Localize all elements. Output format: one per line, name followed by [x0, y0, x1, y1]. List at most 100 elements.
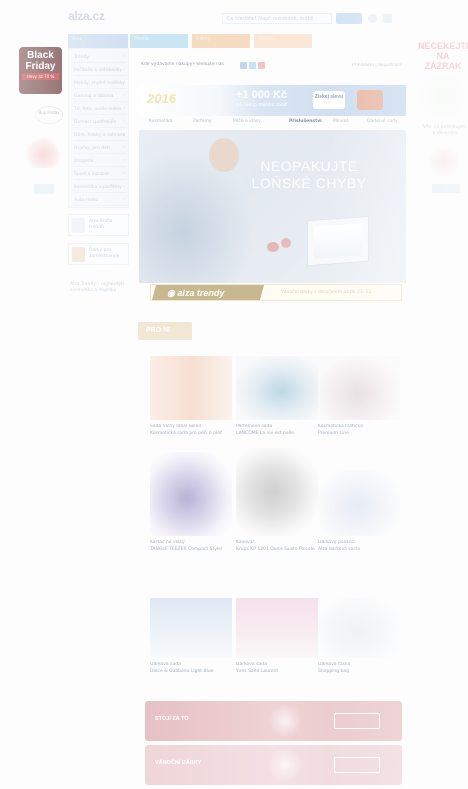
hero-person-face	[209, 138, 239, 172]
secondary-nav-item[interactable]: Pánské	[333, 119, 349, 124]
sidebar-item[interactable]: Hračky, pro děti ›	[74, 144, 126, 154]
site-header: alza.cz Co hledáte? Např. notebook, mobi…	[0, 0, 468, 30]
chevron-right-icon: ›	[123, 197, 125, 202]
sidebar-item[interactable]: Mobily, chytré hodinky ›	[74, 79, 126, 89]
strip-label: VÁNOČNÍ DÁRKY	[155, 760, 202, 766]
secondary-nav-item[interactable]: Parfémy	[193, 119, 212, 124]
hero-banner[interactable]: NEOPAKUJTE LOŇSKÉ CHYBY	[139, 130, 406, 283]
banner-cta-button[interactable]: Získej slevu	[313, 91, 345, 109]
secondary-nav-item[interactable]: Příslušenství	[289, 119, 322, 124]
site-logo[interactable]: alza.cz	[68, 9, 105, 23]
tab-alza[interactable]: Alza	[68, 34, 128, 48]
sidebar-item[interactable]: Kosmetika a parfémy ›	[74, 183, 126, 193]
hero-person-image	[139, 155, 249, 283]
product-image	[236, 598, 318, 658]
hero-object	[281, 238, 291, 248]
ad-image	[420, 70, 466, 122]
product-desc: Shopping bag	[318, 668, 350, 674]
strip-button[interactable]	[334, 713, 380, 729]
secondary-nav-item[interactable]: Dárkové sady	[367, 119, 398, 124]
product-desc: Dolce & Gabbana Light Blue	[150, 668, 214, 674]
product-desc: TANGLE TEEZER Compact Styler	[150, 546, 223, 552]
black-friday-ad[interactable]: Black Friday slevy až 70 %	[19, 47, 62, 94]
section-title: PRO NI	[138, 322, 192, 340]
twitter-icon[interactable]	[249, 62, 256, 69]
right-ad-title[interactable]: NECEKEJTE NA ZÁZRAK	[418, 41, 468, 71]
hero-headline-line: NEOPAKUJTE	[260, 158, 358, 174]
promo-banner[interactable]: 2016 +1 000 Kč na nákup dalšího zboží Zí…	[141, 85, 406, 116]
strip-button[interactable]	[334, 757, 380, 773]
sidebar-item[interactable]: Dům, hobby a zahrada ›	[74, 131, 126, 141]
chevron-right-icon: ›	[123, 93, 125, 98]
ad-image	[424, 148, 464, 176]
chevron-right-icon: ›	[123, 106, 125, 111]
chevron-right-icon: ›	[123, 184, 125, 189]
product-image	[150, 598, 232, 658]
chevron-right-icon: ›	[123, 158, 125, 163]
chevron-right-icon: ›	[123, 171, 125, 176]
chevron-right-icon: ›	[123, 54, 125, 59]
promo-label: Dárky pro zaměstnance	[89, 248, 120, 259]
promo-strip[interactable]: VÁNOČNÍ DÁRKY	[145, 745, 402, 785]
laptop-image	[307, 215, 369, 267]
category-tabs: Alza Media Dárky Trendy	[68, 34, 400, 48]
hero-footer[interactable]: ◉ alza trendy Vánoční dárky s doručením …	[150, 284, 402, 301]
chevron-right-icon: ›	[123, 119, 125, 124]
login-links[interactable]: Přihlášení | Registrace	[340, 63, 402, 68]
sidebar-promo[interactable]: Dárky pro zaměstnance	[68, 243, 129, 265]
hero-object	[267, 242, 279, 252]
facebook-icon[interactable]	[240, 62, 247, 69]
alza-logo-icon: ◉	[167, 288, 178, 298]
sidebar-item[interactable]: Drogerie ›	[74, 157, 126, 167]
hero-headline-line: LOŇSKÉ CHYBY	[251, 175, 367, 191]
sidebar-item[interactable]: Trendy ›	[74, 53, 126, 63]
user-icon[interactable]	[368, 14, 377, 23]
chevron-right-icon: ›	[123, 67, 125, 72]
sidebar-footer-text: Alza Trendy – nejnovější kosmetika a dop…	[70, 282, 124, 293]
ad-badge: slevy až 70 %	[22, 73, 59, 80]
banner-year: 2016	[147, 91, 176, 106]
product-image	[236, 448, 318, 536]
cart-icon[interactable]	[383, 14, 392, 23]
hero-headline: NEOPAKUJTE LOŇSKÉ CHYBY	[239, 158, 379, 192]
sidebar-promo[interactable]: Alza Kniha trendů	[68, 214, 129, 236]
tab-media[interactable]: Media	[130, 34, 188, 48]
product-desc: LANCÔME La vie est belle	[236, 430, 294, 436]
search-input[interactable]: Co hledáte? Např. notebook, mobil	[222, 13, 332, 24]
tab-trendy[interactable]: Trendy	[254, 34, 312, 48]
gift-box-icon	[357, 90, 383, 110]
strip-glow	[265, 747, 305, 783]
product-desc: Premium Line	[318, 430, 349, 436]
chevron-right-icon: ›	[123, 132, 125, 137]
sidebar-item[interactable]: TV, foto, audio-video ›	[74, 105, 126, 115]
promo-label: Alza Kniha trendů	[89, 219, 113, 230]
sidebar-item[interactable]: Počítače a notebooky ›	[74, 66, 126, 76]
product-desc: Kosmetická sada pro péči o pleť	[150, 430, 222, 436]
ad-bubble: Buy Friday	[35, 106, 63, 124]
tab-darky[interactable]: Dárky	[192, 34, 250, 48]
promo-strip[interactable]: STOJÍ ZA TO	[145, 701, 402, 741]
ad-button[interactable]	[34, 184, 54, 194]
secondary-nav-item[interactable]: Péče o vlasy	[233, 119, 261, 124]
product-image	[150, 356, 232, 420]
hero-footer-text: Vánoční dárky s doručením až do 23. 12.	[281, 290, 373, 295]
chevron-right-icon: ›	[123, 80, 125, 85]
product-image	[318, 356, 400, 420]
search-button[interactable]	[336, 13, 362, 24]
strip-label: STOJÍ ZA TO	[155, 716, 189, 722]
youtube-icon[interactable]	[258, 62, 265, 69]
hero-badge: ◉ alza trendy	[167, 288, 225, 298]
product-image	[236, 356, 318, 420]
secondary-nav-item[interactable]: Kosmetika	[149, 119, 172, 124]
sidebar-item[interactable]: Domácí spotřebiče ›	[74, 118, 126, 128]
right-ad-button[interactable]	[432, 184, 460, 193]
product-desc: Krups KP 1201 Dolce Gusto Piccolo	[236, 546, 315, 552]
product-desc: Alza dárková karta	[318, 546, 361, 552]
sidebar-item[interactable]: Sport a outdoor ›	[74, 170, 126, 180]
product-desc: Yves Saint Laurent	[236, 668, 279, 674]
secondary-nav: Kosmetika Parfémy Péče o vlasy Příslušen…	[141, 118, 406, 128]
sidebar-categories: Trendy › Počítače a notebooky › Mobily, ch…	[68, 48, 129, 208]
sidebar-item[interactable]: Gaming a zábava ›	[74, 92, 126, 102]
sidebar-item[interactable]: Auto-moto ›	[74, 196, 126, 206]
promo-thumbnail	[72, 218, 85, 233]
